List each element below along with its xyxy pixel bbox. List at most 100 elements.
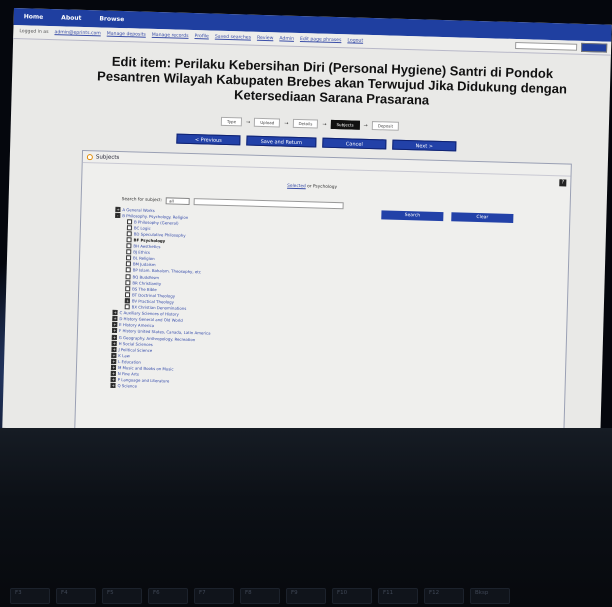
link-review[interactable]: Review: [257, 36, 274, 41]
expand-icon[interactable]: +: [111, 358, 117, 364]
nav-about[interactable]: About: [61, 14, 81, 22]
nav-home[interactable]: Home: [24, 13, 44, 21]
add-subject-icon[interactable]: [126, 231, 132, 237]
subject-label: BH Aesthetics: [133, 243, 161, 250]
laptop-bezel: [0, 428, 612, 607]
subject-search-button[interactable]: Search: [381, 210, 444, 222]
subject-label: BJ Ethics: [133, 249, 151, 256]
help-icon[interactable]: ?: [559, 179, 567, 187]
save-return-button[interactable]: Save and Return: [246, 135, 317, 148]
add-subject-icon[interactable]: [126, 243, 132, 249]
collapse-icon[interactable]: -: [115, 212, 121, 218]
user-link[interactable]: admin@eprints.com: [54, 30, 100, 36]
expand-icon[interactable]: +: [115, 206, 121, 212]
link-manage-deposits[interactable]: Manage deposits: [107, 32, 146, 38]
expand-icon[interactable]: +: [110, 370, 116, 377]
add-subject-icon[interactable]: [124, 292, 131, 298]
step-subjects[interactable]: Subjects: [330, 119, 360, 130]
subjects-header[interactable]: Subjects: [82, 150, 571, 177]
subject-label: L Education: [118, 358, 142, 365]
subject-label: BR Christianity: [132, 280, 162, 286]
keyboard-key: F9: [286, 588, 326, 604]
add-subject-icon[interactable]: [125, 279, 131, 286]
link-edit-phrases[interactable]: Edit page phrases: [300, 37, 342, 43]
add-subject-icon[interactable]: [125, 255, 132, 261]
keyboard-key: F4: [56, 588, 96, 604]
link-profile[interactable]: Profile: [195, 34, 209, 39]
subjects-panel: Subjects ? Selected or Psychology Search…: [73, 149, 572, 445]
add-subject-icon[interactable]: [124, 304, 130, 310]
subject-label: J Political Science: [118, 346, 153, 353]
expand-icon[interactable]: +: [111, 346, 117, 352]
step-details[interactable]: Details: [292, 118, 319, 129]
login-prefix: Logged in as: [19, 29, 49, 35]
add-subject-icon[interactable]: [126, 249, 132, 255]
add-subject-icon[interactable]: [125, 261, 131, 267]
breadcrumb-link[interactable]: Selected: [287, 184, 306, 190]
expand-icon[interactable]: +: [112, 322, 118, 328]
subject-label: BM Judaism: [132, 261, 156, 268]
add-subject-icon[interactable]: [125, 267, 131, 273]
breadcrumb-rest: or Psychology: [307, 184, 338, 191]
link-logout[interactable]: Logout: [347, 38, 363, 43]
subject-label: BF Psychology: [133, 237, 166, 244]
keyboard-key: F12: [424, 588, 464, 604]
keyboard-key: F8: [240, 588, 280, 604]
add-subject-icon[interactable]: [126, 225, 132, 231]
expand-icon[interactable]: +: [112, 310, 118, 316]
keyboard-key: F5: [102, 588, 142, 604]
link-saved-searches[interactable]: Saved searches: [215, 35, 251, 41]
add-subject-icon[interactable]: [125, 273, 131, 279]
expand-icon[interactable]: +: [111, 352, 117, 358]
step-deposit[interactable]: Deposit: [371, 121, 400, 131]
expand-icon[interactable]: +: [110, 377, 116, 383]
subject-label: BQ Buddhism: [132, 273, 160, 280]
page-title: Edit item: Perilaku Kebersihan Diri (Per…: [96, 53, 568, 108]
keyboard-key: F10: [332, 588, 372, 604]
subject-clear-button[interactable]: Clear: [451, 212, 514, 224]
subject-search-input[interactable]: [194, 198, 345, 210]
step-type[interactable]: Type: [220, 116, 243, 127]
arrow-icon: →: [322, 121, 327, 128]
previous-button[interactable]: < Previous: [176, 133, 241, 146]
expand-icon[interactable]: +: [111, 340, 117, 346]
expand-icon[interactable]: +: [111, 334, 117, 340]
collapse-orb-icon[interactable]: [86, 153, 93, 160]
subject-label: N Fine Arts: [117, 371, 139, 377]
site-search-button[interactable]: [580, 42, 608, 53]
add-subject-icon[interactable]: [125, 285, 131, 292]
subject-search-label: Search for subject:: [121, 197, 163, 204]
expand-icon[interactable]: +: [112, 316, 118, 322]
keyboard-key: F3: [10, 588, 50, 604]
subject-label: BS The Bible: [132, 286, 157, 292]
subject-tree: + A General Works - B Philosophy. Psycholog…: [110, 206, 214, 391]
arrow-icon: →: [246, 119, 251, 126]
subject-label: K Law: [118, 352, 130, 359]
expand-icon[interactable]: +: [110, 364, 117, 370]
expand-icon[interactable]: +: [110, 383, 116, 389]
search-scope-select[interactable]: all: [166, 197, 191, 205]
subject-label: A General Works: [122, 206, 155, 213]
workflow-steps: Type → Upload → Details → Subjects → Dep…: [220, 116, 400, 131]
link-manage-records[interactable]: Manage records: [152, 33, 189, 39]
subject-label: Q Science: [117, 383, 137, 389]
keyboard-key: F11: [378, 588, 418, 604]
nav-browse[interactable]: Browse: [99, 15, 124, 23]
next-button[interactable]: Next >: [392, 139, 457, 152]
cancel-button[interactable]: Cancel: [322, 137, 387, 150]
subject-label: H Social Sciences: [118, 340, 153, 347]
keyboard-function-row: F3 F4 F5 F6 F7 F8 F9 F10 F11 F12 Bksp: [10, 588, 610, 604]
expand-icon[interactable]: +: [124, 298, 130, 304]
arrow-icon: →: [284, 120, 289, 127]
add-subject-icon[interactable]: [127, 218, 133, 225]
add-subject-icon[interactable]: [126, 237, 132, 243]
action-buttons: < Previous Save and Return Cancel Next >: [176, 133, 457, 152]
expand-icon[interactable]: +: [111, 328, 118, 334]
keyboard-key: F7: [194, 588, 234, 604]
keyboard-key: Bksp: [470, 588, 510, 604]
subject-label: E History America: [119, 322, 155, 329]
step-upload[interactable]: Upload: [254, 117, 281, 128]
subject-label: BC Logic: [133, 225, 151, 231]
keyboard-key: F6: [148, 588, 188, 604]
link-admin[interactable]: Admin: [279, 36, 294, 41]
